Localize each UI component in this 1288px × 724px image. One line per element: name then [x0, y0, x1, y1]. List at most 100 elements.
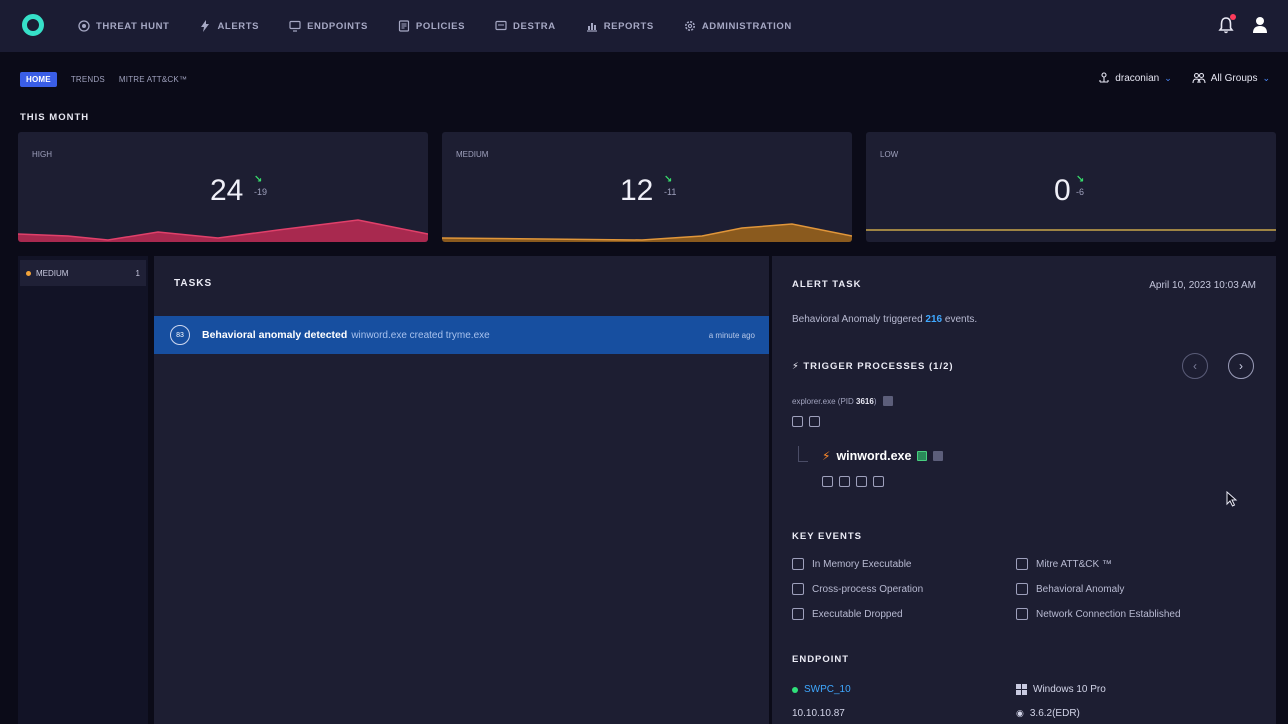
summary-suffix: events. [942, 314, 978, 325]
alert-task-panel: ALERT TASK April 10, 2023 10:03 AM Behav… [772, 256, 1276, 724]
parent-pid: 3616 [856, 396, 874, 406]
parent-process-label: explorer.exe (PID 3616) [792, 397, 877, 406]
child-process-icons [822, 476, 884, 487]
nav-threat-hunt[interactable]: THREAT HUNT [78, 20, 169, 32]
high-severity-card[interactable]: HIGH 24 ↘ -19 [18, 132, 428, 242]
signed-icon[interactable] [917, 451, 928, 461]
endpoint-version-label: 3.6.2(EDR) [1029, 708, 1080, 719]
bolt-icon: ⚡︎ [792, 361, 804, 372]
endpoint-ip-label: 10.10.10.87 [792, 708, 845, 719]
this-month-heading: THIS MONTH [20, 112, 90, 123]
nav-label: ADMINISTRATION [701, 20, 792, 32]
nav-label: DESTRA [513, 20, 556, 32]
bolt-icon: ⚡︎ [822, 449, 831, 463]
prev-process-button[interactable]: ‹ [1182, 353, 1208, 379]
child-process-name: winword.exe [836, 449, 912, 463]
endpoint-link[interactable]: SWPC_10 [804, 684, 851, 695]
key-event-label: In Memory Executable [812, 558, 912, 570]
nav-alerts[interactable]: ALERTS [199, 20, 259, 32]
key-event-label: Executable Dropped [812, 608, 903, 620]
behavioral-anomaly-icon [1016, 583, 1028, 595]
sub-nav: HOME TRENDS MITRE ATT&CK™ [20, 72, 187, 87]
key-event-item: Cross-process Operation [792, 583, 923, 595]
alert-summary: Behavioral Anomaly triggered 216 events. [792, 314, 977, 325]
nav-label: ALERTS [217, 20, 260, 32]
nav-administration[interactable]: ADMINISTRATION [684, 20, 792, 32]
nav-destra[interactable]: DESTRA [495, 20, 556, 32]
severity-filter-medium[interactable]: MEDIUM 1 [20, 260, 146, 286]
task-time: a minute ago [708, 330, 755, 340]
behavioral-anomaly-icon[interactable] [839, 476, 850, 487]
medium-sparkline [442, 223, 852, 242]
network-icon[interactable] [809, 416, 820, 427]
tab-trends[interactable]: TRENDS [71, 75, 105, 84]
alert-date: April 10, 2023 10:03 AM [1149, 280, 1256, 291]
memory-executable-icon [792, 558, 804, 570]
tab-home[interactable]: HOME [20, 72, 57, 87]
nav-label: ENDPOINTS [307, 20, 368, 32]
online-status-dot [792, 686, 798, 693]
task-title: Behavioral anomaly detected [202, 329, 348, 341]
network-icon [1016, 608, 1028, 620]
mouse-cursor-icon [1226, 491, 1238, 507]
endpoint-version: ◉ 3.6.2(EDR) [1016, 708, 1080, 719]
bolt-icon [201, 20, 210, 32]
card-value: 0 [1054, 174, 1071, 207]
cross-process-icon [792, 583, 804, 595]
card-label: MEDIUM [456, 150, 489, 159]
network-icon[interactable] [856, 476, 867, 487]
card-delta: -19 [254, 187, 268, 197]
parent-process[interactable]: explorer.exe (PID 3616) [792, 396, 893, 406]
key-events-title: KEY EVENTS [792, 531, 863, 542]
chevron-down-icon: ⌄ [1164, 72, 1172, 83]
tasks-title: TASKS [174, 278, 213, 289]
tab-mitre[interactable]: MITRE ATT&CK™ [119, 75, 187, 84]
medium-severity-card[interactable]: MEDIUM 12 ↘ -11 [442, 132, 852, 242]
key-event-item: Network Connection Established [1016, 608, 1181, 620]
agent-icon: ◉ [1016, 708, 1024, 718]
parent-process-icons [792, 416, 820, 427]
events-count-link[interactable]: 216 [925, 314, 942, 325]
next-process-button[interactable]: › [1228, 353, 1254, 379]
groups-filter-dropdown[interactable]: All Groups ⌄ [1192, 72, 1270, 84]
severity-dot [26, 270, 31, 276]
notifications-button[interactable] [1218, 14, 1236, 34]
user-avatar-icon[interactable] [1252, 16, 1268, 34]
gear-icon [684, 21, 695, 31]
app-logo[interactable] [22, 14, 44, 36]
mitre-icon[interactable] [792, 416, 803, 427]
trend-down-icon: ↘ [664, 174, 673, 185]
nav-policies[interactable]: POLICIES [398, 20, 465, 32]
nav-endpoints[interactable]: ENDPOINTS [289, 20, 368, 32]
chart-icon [586, 23, 597, 32]
endpoint-os-label: Windows 10 Pro [1033, 684, 1106, 695]
risk-score-badge: 83 [170, 325, 190, 345]
groups-filter-label: All Groups [1210, 72, 1258, 84]
summary-prefix: Behavioral Anomaly triggered [792, 314, 926, 325]
key-event-item: Executable Dropped [792, 608, 903, 620]
severity-filter-panel: MEDIUM 1 [18, 256, 148, 724]
parent-close: ) [873, 396, 877, 406]
destra-icon [495, 20, 507, 31]
parent-name: explorer.exe (PID [792, 396, 857, 406]
task-row[interactable]: 83 Behavioral anomaly detected winword.e… [154, 316, 769, 354]
trend-down-icon: ↘ [1076, 174, 1085, 185]
endpoint-name[interactable]: SWPC_10 [792, 684, 851, 695]
low-severity-card[interactable]: LOW 0 ↘ -6 [866, 132, 1276, 242]
card-value: 12 [620, 174, 654, 207]
card-label: LOW [880, 150, 899, 159]
alert-task-title: ALERT TASK [792, 279, 862, 290]
mitre-icon [1016, 558, 1028, 570]
top-navbar: THREAT HUNT ALERTS ENDPOINTS POLICIES DE… [0, 0, 1288, 52]
high-sparkline [18, 219, 428, 242]
endpoint-title: ENDPOINT [792, 654, 850, 665]
nav-reports[interactable]: REPORTS [586, 20, 654, 32]
memory-icon[interactable] [873, 476, 884, 487]
mitre-icon[interactable] [822, 476, 833, 487]
process-info-icon[interactable] [933, 451, 944, 461]
endpoint-ip: 10.10.10.87 [792, 708, 845, 719]
child-process[interactable]: ⚡︎ winword.exe [822, 449, 944, 463]
process-info-icon[interactable] [882, 396, 893, 406]
key-event-label: Network Connection Established [1036, 608, 1181, 620]
user-filter-dropdown[interactable]: draconian ⌄ [1098, 72, 1172, 84]
